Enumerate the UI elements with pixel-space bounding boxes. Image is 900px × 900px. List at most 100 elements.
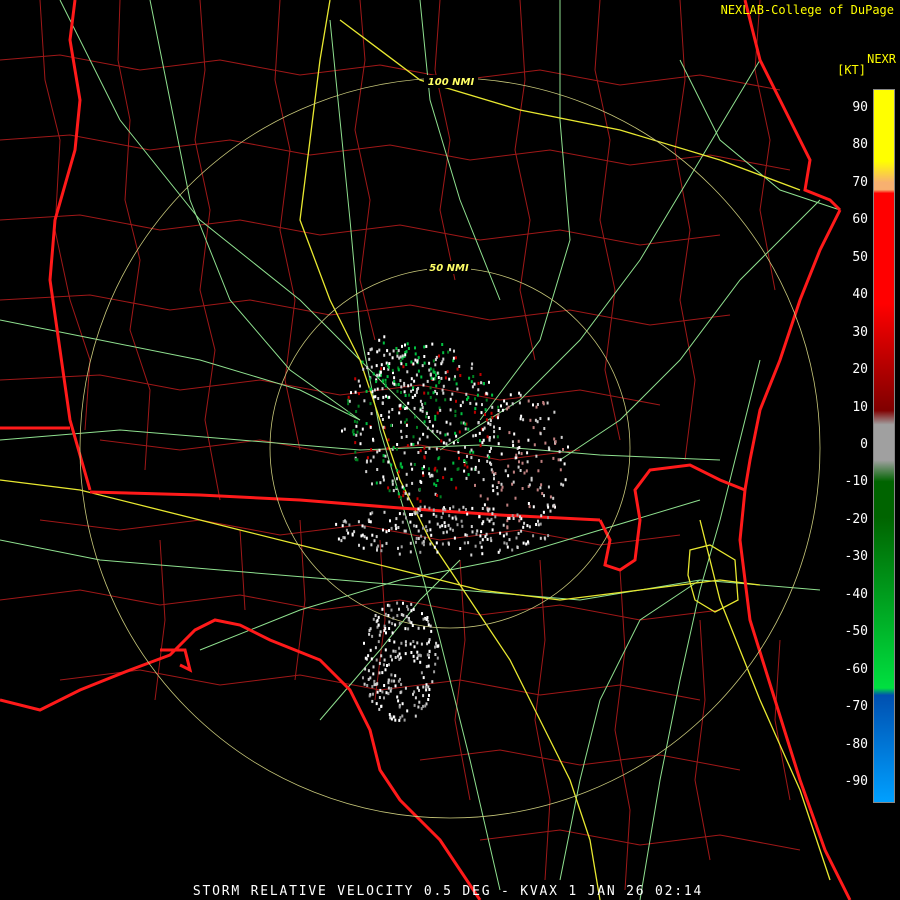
velocity-pixel (416, 360, 419, 364)
velocity-pixel (378, 671, 381, 675)
velocity-pixel (403, 383, 406, 387)
velocity-pixel (370, 448, 373, 452)
velocity-pixel (398, 607, 400, 611)
velocity-pixel (484, 408, 487, 412)
velocity-pixel (460, 412, 463, 416)
velocity-pixel (371, 699, 374, 703)
velocity-pixel (508, 431, 511, 435)
velocity-pixel (435, 641, 438, 645)
velocity-pixel (435, 373, 437, 377)
velocity-pixel (391, 356, 394, 360)
velocity-pixel (421, 541, 424, 545)
velocity-pixel (562, 448, 564, 451)
velocity-pixel (434, 363, 437, 367)
velocity-pixel (517, 531, 520, 535)
velocity-pixel (436, 550, 439, 554)
velocity-pixel (447, 541, 450, 545)
velocity-pixel (423, 465, 425, 469)
velocity-pixel (385, 631, 387, 635)
velocity-pixel (391, 631, 394, 635)
velocity-pixel (402, 405, 405, 409)
velocity-pixel (369, 348, 372, 352)
velocity-pixel (400, 391, 402, 394)
velocity-pixel (547, 505, 550, 509)
velocity-pixel (479, 534, 482, 538)
velocity-pixel (432, 508, 435, 512)
velocity-pixel (440, 439, 443, 443)
velocity-pixel (444, 376, 447, 380)
velocity-pixel (426, 529, 429, 533)
velocity-pixel (395, 485, 398, 489)
velocity-pixel (485, 398, 488, 402)
velocity-pixel (390, 673, 393, 677)
velocity-pixel (426, 642, 429, 646)
velocity-pixel (392, 446, 395, 450)
velocity-pixel (397, 526, 400, 529)
velocity-pixel (499, 531, 502, 535)
velocity-pixel (436, 429, 439, 433)
velocity-pixel (381, 387, 384, 391)
velocity-pixel (425, 412, 428, 415)
velocity-pixel (422, 694, 425, 698)
velocity-pixel (474, 544, 477, 548)
velocity-pixel (378, 373, 381, 377)
velocity-pixel (444, 433, 447, 437)
velocity-pixel (464, 445, 466, 449)
velocity-pixel (404, 491, 407, 495)
velocity-pixel (400, 682, 403, 686)
velocity-pixel (428, 693, 430, 697)
velocity-pixel (549, 495, 552, 499)
velocity-pixel (425, 525, 428, 529)
velocity-pixel (454, 409, 457, 413)
velocity-pixel (519, 515, 521, 519)
velocity-pixel (366, 684, 369, 687)
velocity-pixel (528, 525, 531, 529)
velocity-pixel (412, 654, 415, 658)
velocity-pixel (442, 391, 445, 395)
velocity-pixel (486, 459, 489, 463)
velocity-pixel (390, 608, 393, 612)
velocity-pixel (388, 620, 391, 624)
velocity-pixel (445, 442, 448, 446)
velocity-pixel (370, 387, 372, 391)
velocity-pixel (469, 401, 472, 405)
velocity-pixel (371, 511, 374, 515)
velocity-pixel (414, 512, 417, 516)
velocity-pixel (442, 441, 445, 445)
velocity-pixel (425, 685, 427, 689)
velocity-pixel (388, 604, 391, 608)
velocity-pixel (433, 482, 436, 486)
velocity-pixel (378, 707, 381, 711)
velocity-pixel (406, 709, 409, 713)
radar-map: 50 NMI 100 NMI (0, 0, 900, 900)
velocity-pixel (387, 686, 390, 690)
velocity-pixel (451, 392, 454, 396)
velocity-pixel (354, 377, 357, 381)
velocity-pixel (460, 519, 463, 523)
velocity-pixel (399, 496, 402, 499)
velocity-pixel (527, 540, 529, 544)
velocity-pixel (540, 483, 543, 487)
velocity-pixel (482, 478, 485, 482)
velocity-pixel (357, 379, 360, 383)
velocity-pixel (512, 444, 515, 447)
velocity-pixel (525, 469, 528, 473)
velocity-pixel (402, 365, 405, 369)
velocity-pixel (463, 541, 466, 545)
velocity-pixel (365, 389, 368, 393)
velocity-pixel (415, 524, 418, 528)
velocity-pixel (471, 385, 474, 389)
velocity-pixel (379, 688, 382, 692)
velocity-pixel (403, 529, 406, 533)
velocity-pixel (431, 342, 434, 346)
velocity-pixel (387, 614, 390, 617)
velocity-pixel (553, 437, 556, 441)
velocity-pixel (478, 459, 480, 463)
velocity-pixel (398, 705, 401, 709)
velocity-pixel (433, 670, 436, 674)
velocity-pixel (378, 696, 381, 699)
velocity-pixel (458, 456, 460, 460)
velocity-pixel (435, 398, 438, 402)
velocity-pixel (496, 492, 499, 496)
velocity-pixel (401, 354, 404, 358)
